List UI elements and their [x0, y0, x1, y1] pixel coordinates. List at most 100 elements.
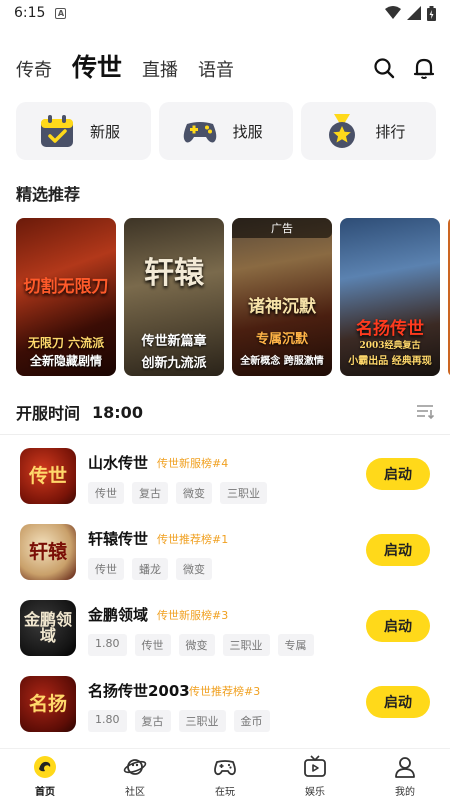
game-item[interactable]: 金鹏领域 金鹏领域 传世新服榜#3 1.80 传世 微变 三职业 专属 启动	[0, 588, 450, 664]
nav-community-label: 社区	[125, 787, 145, 798]
launch-button[interactable]: 启动	[366, 534, 430, 566]
banner-subtitle: 2003经典复古	[359, 341, 421, 351]
ranking-button[interactable]: 排行	[301, 102, 437, 160]
wifi-icon	[385, 6, 401, 19]
game-tag: 蟠龙	[132, 558, 168, 580]
game-name: 山水传世	[88, 454, 149, 472]
game-tag: 微变	[178, 634, 215, 656]
nav-community[interactable]: 社区	[90, 749, 180, 800]
bell-icon[interactable]	[412, 56, 436, 80]
tab-voice[interactable]: 语音	[198, 56, 234, 92]
game-tag: 专属	[277, 634, 314, 656]
game-tags: 1.80 复古 三职业 金币	[88, 710, 270, 732]
open-server-header: 开服时间 18:00	[16, 400, 434, 424]
game-rank: 传世新服榜#4	[157, 457, 229, 470]
banner-title: 切割无限刀	[23, 277, 109, 297]
game-icon: 金鹏领域	[20, 600, 76, 656]
open-server-label: 开服时间	[16, 404, 81, 423]
featured-banner[interactable]: 名扬传世 2003经典复古 小霸出品 经典再现	[340, 218, 440, 376]
game-icon: 传世	[20, 448, 76, 504]
game-tag: 金币	[233, 710, 270, 732]
status-bar: 6:15 A	[0, 0, 450, 26]
nav-home[interactable]: 首页	[0, 749, 90, 800]
planet-icon	[123, 759, 147, 775]
banner-subtitle: 小霸出品 经典再现	[348, 356, 432, 367]
game-tag: 复古	[134, 710, 171, 732]
game-tag: 1.80	[88, 710, 127, 732]
launch-button[interactable]: 启动	[366, 686, 430, 718]
game-list: 传世 山水传世 传世新服榜#4 传世 复古 微变 三职业 启动 轩辕 轩辕传世 …	[0, 436, 450, 740]
banner-title: 轩辕	[144, 256, 204, 291]
game-tag: 三职业	[222, 634, 270, 656]
game-rank: 传世推荐榜#3	[189, 685, 261, 698]
gamepad-icon	[183, 122, 216, 143]
quick-actions: 新服 找服 排行	[16, 102, 437, 160]
tab-chuanqi[interactable]: 传奇	[16, 56, 52, 92]
nav-home-label: 首页	[35, 787, 55, 798]
banner-title: 名扬传世	[356, 319, 424, 339]
game-tag: 三职业	[178, 710, 226, 732]
game-tags: 1.80 传世 微变 三职业 专属	[88, 634, 314, 656]
status-time: 6:15	[14, 5, 46, 21]
home-icon	[34, 756, 56, 778]
launch-button[interactable]: 启动	[366, 458, 430, 490]
banner-subtitle: 全新概念 跨服激情	[240, 356, 324, 367]
featured-banner[interactable]: 广告 诸神沉默 专属沉默 全新概念 跨服激情	[232, 218, 332, 376]
banner-subtitle: 传世新篇章	[141, 334, 207, 349]
game-tag: 三职业	[220, 482, 267, 504]
launch-button[interactable]: 启动	[366, 610, 430, 642]
banner-subtitle: 专属沉默	[255, 332, 308, 347]
bottom-nav: 首页 社区 在玩 娱乐 我的	[0, 748, 450, 800]
top-tab-bar: 传奇 传世 直播 语音	[0, 44, 450, 92]
status-indicators	[385, 5, 436, 21]
banner-subtitle: 创新九流派	[141, 356, 207, 371]
sort-icon[interactable]	[416, 404, 434, 420]
signal-icon	[407, 6, 421, 20]
nav-entertainment[interactable]: 娱乐	[270, 749, 360, 800]
game-icon: 轩辕	[20, 524, 76, 580]
new-server-button[interactable]: 新服	[16, 102, 151, 160]
banner-subtitle: 无限刀 六流派	[27, 336, 105, 350]
game-name: 轩辕传世	[88, 530, 149, 548]
new-server-label: 新服	[90, 122, 121, 141]
featured-banner[interactable]: 切割无限刀 无限刀 六流派 全新隐藏剧情	[16, 218, 116, 376]
find-server-button[interactable]: 找服	[158, 102, 294, 160]
game-rank: 传世新服榜#3	[157, 609, 229, 622]
banner-subtitle: 全新隐藏剧情	[29, 354, 102, 368]
game-name: 金鹏领域	[88, 606, 149, 624]
gamepad-outline-icon	[214, 760, 236, 776]
top-actions	[372, 56, 436, 80]
game-tag: 复古	[132, 482, 168, 504]
game-tags: 传世 蟠龙 微变	[88, 558, 212, 580]
featured-carousel: 切割无限刀 无限刀 六流派 全新隐藏剧情 轩辕 传世新篇章 创新九流派 广告 诸…	[16, 218, 450, 376]
nav-playing[interactable]: 在玩	[180, 749, 270, 800]
nav-playing-label: 在玩	[215, 787, 235, 798]
game-item[interactable]: 传世 山水传世 传世新服榜#4 传世 复古 微变 三职业 启动	[0, 436, 450, 512]
game-name: 名扬传世2003	[88, 682, 190, 700]
banner-title: 诸神沉默	[248, 297, 316, 317]
battery-icon	[427, 5, 436, 21]
ad-label: 广告	[232, 218, 332, 238]
divider	[0, 434, 450, 435]
game-icon: 名扬	[20, 676, 76, 732]
ranking-label: 排行	[375, 122, 406, 141]
game-tag: 微变	[176, 558, 212, 580]
featured-title: 精选推荐	[16, 185, 81, 204]
game-item[interactable]: 轩辕 轩辕传世 传世推荐榜#1 传世 蟠龙 微变 启动	[0, 512, 450, 588]
game-tag: 1.80	[88, 634, 127, 656]
game-tag: 传世	[88, 558, 124, 580]
medal-star-icon	[329, 114, 356, 148]
game-tag: 微变	[176, 482, 212, 504]
nav-profile[interactable]: 我的	[360, 749, 450, 800]
tab-chuanshi[interactable]: 传世	[72, 48, 122, 92]
game-tag: 传世	[134, 634, 171, 656]
search-icon[interactable]	[372, 56, 396, 80]
game-tags: 传世 复古 微变 三职业	[88, 482, 267, 504]
game-item[interactable]: 名扬 名扬传世2003 传世推荐榜#3 1.80 复古 三职业 金币 启动	[0, 664, 450, 740]
tv-play-icon	[304, 755, 326, 777]
game-tag: 传世	[88, 482, 124, 504]
tab-live[interactable]: 直播	[142, 56, 178, 92]
notification-badge-icon: A	[55, 7, 67, 19]
calendar-check-icon	[41, 115, 73, 147]
featured-banner[interactable]: 轩辕 传世新篇章 创新九流派	[124, 218, 224, 376]
